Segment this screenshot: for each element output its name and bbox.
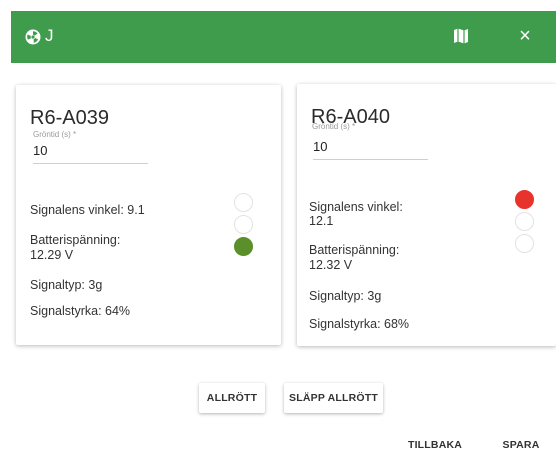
battery-label: Batterispänning: xyxy=(309,243,400,257)
signal-card-r6-a040: R6-A040 Gröntid (s) * 10 Signalens vinke… xyxy=(297,84,556,346)
signal-angle-value: 12.1 xyxy=(309,214,334,228)
back-button[interactable]: TILLBAKA xyxy=(399,430,471,460)
close-button[interactable]: × xyxy=(514,25,536,47)
field-label-greentime: Gröntid (s) * xyxy=(33,130,77,139)
release-all-red-button[interactable]: SLÄPP ALLRÖTT xyxy=(284,383,383,413)
signal-strength: Signalstyrka: 64% xyxy=(30,304,131,318)
greentime-input[interactable]: 10 xyxy=(313,139,428,160)
signal-light-red xyxy=(234,193,253,212)
save-button[interactable]: SPARA xyxy=(491,430,551,460)
all-red-button[interactable]: ALLRÖTT xyxy=(199,383,265,413)
battery-value: 12.32 V xyxy=(309,258,353,272)
dialog-header: J × xyxy=(11,11,556,63)
map-icon[interactable] xyxy=(451,26,471,46)
close-icon: × xyxy=(519,25,531,47)
signal-type: Signaltyp: 3g xyxy=(30,278,103,292)
card-title: R6-A039 xyxy=(30,107,109,129)
signal-angle: Signalens vinkel: 9.1 xyxy=(30,203,145,217)
signal-type: Signaltyp: 3g xyxy=(309,289,382,303)
battery-value: 12.29 V xyxy=(30,248,74,262)
dialog-title: J xyxy=(45,26,54,45)
signal-light-yellow xyxy=(234,215,253,234)
signal-angle-label: Signalens vinkel: xyxy=(309,200,403,214)
signal-light-red xyxy=(515,190,534,209)
signal-strength: Signalstyrka: 68% xyxy=(309,317,410,331)
signal-light-yellow xyxy=(515,212,534,231)
signal-light-green xyxy=(234,237,253,256)
nuclear-icon xyxy=(25,29,41,45)
battery-label: Batterispänning: xyxy=(30,233,121,247)
field-label-greentime: Gröntid (s) * xyxy=(312,122,356,131)
greentime-input[interactable]: 10 xyxy=(33,143,148,164)
signal-light-green xyxy=(515,234,534,253)
signal-card-r6-a039: R6-A039 Gröntid (s) * 10 Signalens vinke… xyxy=(16,85,281,345)
